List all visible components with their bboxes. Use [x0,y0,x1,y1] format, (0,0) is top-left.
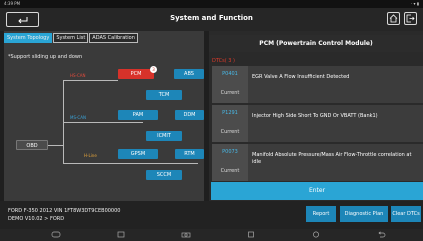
clear-dtcs-button[interactable]: Clear DTCs [391,206,421,222]
dtc-description: Injector High Side Short To GND Or VBATT… [252,113,378,119]
home-icon [389,14,398,23]
dtc-code: P0073 [222,149,238,155]
dtc-status: Current [220,168,240,174]
diagnostic-plan-button[interactable]: Diagnostic Plan [340,206,388,222]
home-circle-icon [313,231,319,238]
top-bar: System and Function [0,8,423,31]
back-nav-button[interactable] [370,230,392,239]
dtc-description: Manifold Absolute Pressure/Mass Air Flow… [252,152,412,165]
status-time: 4:39 PM [4,1,21,6]
status-bar: 4:39 PM · ▾ ▮ [0,0,423,8]
module-tcm[interactable]: TCM [146,90,182,100]
dtc-badge: 3 [150,66,157,73]
tab-system-list[interactable]: System List [53,33,89,43]
enter-button[interactable]: Enter [211,182,423,200]
screenshot-nav-button[interactable] [110,230,132,239]
exit-button[interactable] [404,12,417,25]
dtc-code: P0401 [222,71,238,77]
screenshot-icon [117,231,125,238]
tab-bar: System Topology System List ADAS Calibra… [4,33,139,43]
camera-nav-button[interactable] [175,230,197,239]
dtc-status: Current [220,129,240,135]
vci-icon [51,231,61,238]
vehicle-info-line: FORD F-350 2012 VIN 1FT8W3DT9CEB00000 [8,208,121,214]
module-gpsm[interactable]: GPSM [118,149,158,159]
obd-connector-line [48,145,63,146]
scroll-hint: *Support sliding up and down [8,54,83,60]
status-icons: · ▾ ▮ [410,1,419,6]
module-rtm[interactable]: RTM [175,149,204,159]
dtc-row[interactable]: P0401 Current EGR Valve A Flow Insuffici… [212,66,423,103]
dtc-status: Current [220,90,240,96]
recent-apps-icon [248,231,254,238]
camera-icon [181,232,191,238]
dtc-count: DTCs( 3 ) [212,58,235,64]
dtc-code: P1291 [222,110,238,116]
module-title: PCM (Powertrain Control Module) [209,35,423,52]
module-ddm[interactable]: DDM [175,110,204,120]
software-path: DEMO V10.02 > FORD [8,216,65,222]
module-abs[interactable]: ABS [174,69,204,79]
ms-can-label: MS-CAN [70,115,86,120]
back-nav-icon [378,231,386,238]
hs-can-label: HS-CAN [70,73,86,78]
module-pcm[interactable]: PCM [118,69,154,79]
home-button[interactable] [387,12,400,25]
h-line-label: H-Line [84,153,97,158]
dtc-description: EGR Valve A Flow Insufficient Detected [252,74,350,80]
tab-adas-calibration[interactable]: ADAS Calibration [89,33,138,43]
dtc-row[interactable]: P1291 Current Injector High Side Short T… [212,105,423,142]
vci-nav-button[interactable] [45,230,67,239]
home-nav-button[interactable] [305,230,327,239]
bus-line-hline [63,163,198,164]
page-title: System and Function [170,14,253,22]
tab-system-topology[interactable]: System Topology [4,33,53,43]
recent-apps-nav-button[interactable] [240,230,262,239]
bus-line-hs [63,80,118,81]
module-icmit[interactable]: ICMIT [146,131,182,141]
module-pam[interactable]: PAM [118,110,158,120]
dtc-row[interactable]: P0073 Current Manifold Absolute Pressure… [212,144,423,181]
exit-icon [406,14,415,23]
bus-line-ms [63,122,143,123]
navigation-bar [0,229,423,241]
vehicle-info: FORD F-350 2012 VIN 1FT8W3DT9CEB00000 DE… [8,207,120,223]
module-sccm[interactable]: SCCM [146,170,182,180]
module-obd[interactable]: OBD [16,140,48,150]
screen: 4:39 PM · ▾ ▮ System and Function System… [0,0,423,241]
report-button[interactable]: Report [306,206,336,222]
